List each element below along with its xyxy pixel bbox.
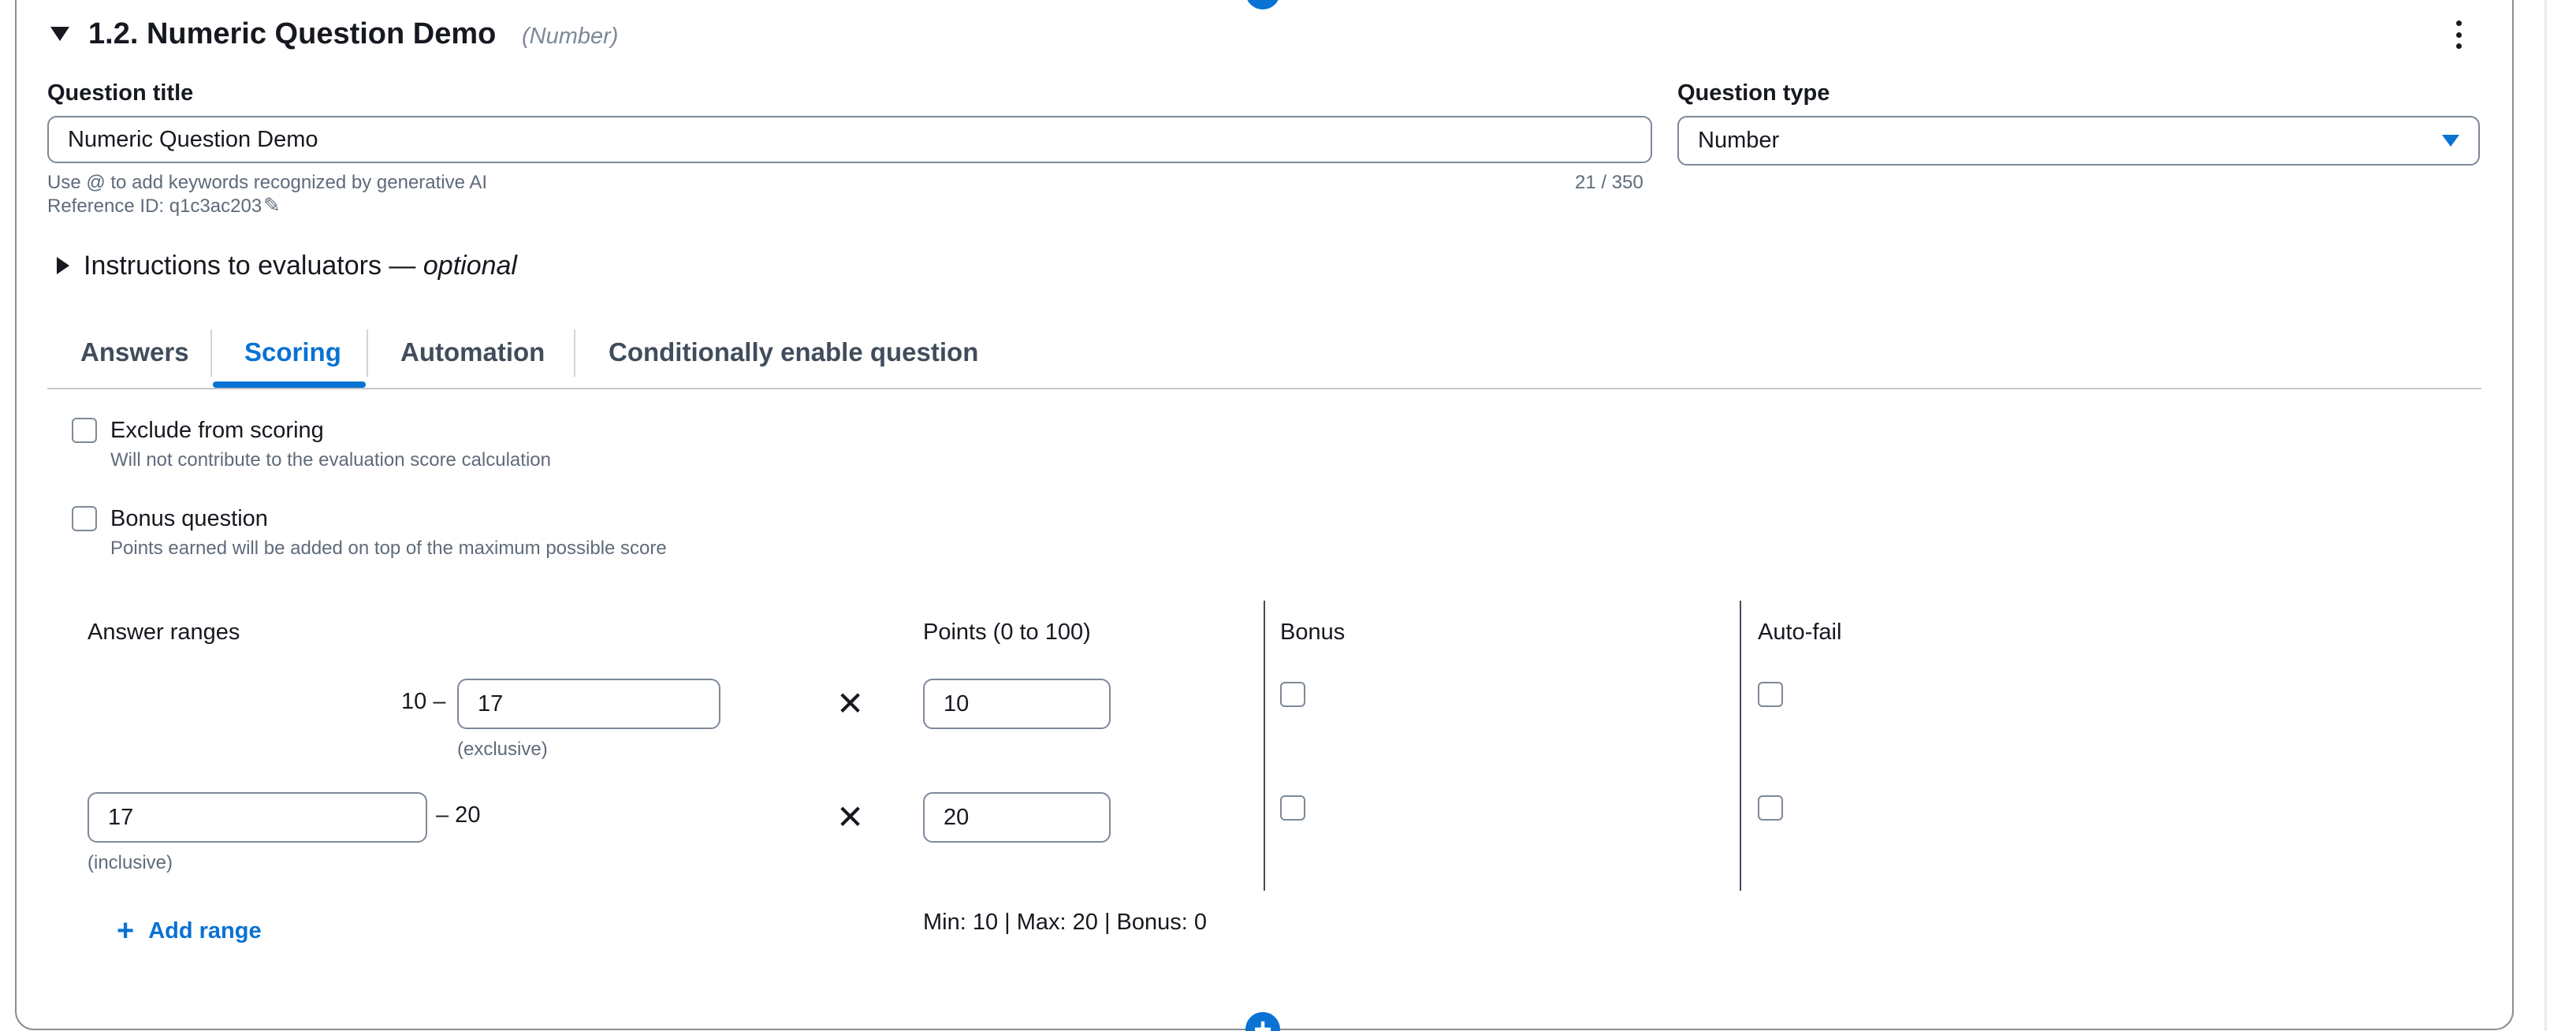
tab-scoring-underline xyxy=(213,382,366,388)
question-type-value: Number xyxy=(1698,128,1780,153)
bonus-question-label: Bonus question xyxy=(110,506,268,531)
range-1-points-value: 10 xyxy=(944,690,970,716)
column-divider xyxy=(1740,601,1741,891)
plus-icon: + xyxy=(117,914,135,947)
range-1-bonus-checkbox[interactable] xyxy=(1280,682,1305,707)
range-1-points-input[interactable]: 10 xyxy=(923,679,1111,729)
tab-answers[interactable]: Answers xyxy=(80,337,189,367)
exclude-from-scoring-desc: Will not contribute to the evaluation sc… xyxy=(110,449,551,471)
instructions-expander[interactable]: Instructions to evaluators — optional xyxy=(84,251,517,281)
reference-id: Reference ID: q1c3ac203 xyxy=(47,195,262,217)
autofail-header: Auto-fail xyxy=(1758,620,1842,645)
question-header-type: (Number) xyxy=(522,24,619,49)
tab-divider xyxy=(574,329,575,377)
tabs-divider xyxy=(47,388,2481,389)
bonus-question-desc: Points earned will be added on top of th… xyxy=(110,538,667,559)
points-header: Points (0 to 100) xyxy=(923,620,1091,645)
tab-conditionally-enable[interactable]: Conditionally enable question xyxy=(609,337,978,367)
range-1-upper-input[interactable]: 17 xyxy=(457,679,720,729)
pencil-icon[interactable]: ✎ xyxy=(263,193,281,218)
dropdown-caret-icon xyxy=(2442,135,2459,147)
tab-divider xyxy=(210,329,212,377)
instructions-label: Instructions to evaluators — xyxy=(84,251,423,281)
range-2-lower-input[interactable]: 17 xyxy=(87,792,427,843)
range-1-prefix: 10 – xyxy=(401,689,446,714)
tab-divider xyxy=(367,329,368,377)
collapse-icon[interactable] xyxy=(50,27,69,41)
add-range-button[interactable]: + Add range xyxy=(117,914,262,948)
question-title-hint: Use @ to add keywords recognized by gene… xyxy=(47,172,487,193)
scrollbar-track[interactable] xyxy=(2544,0,2547,1031)
question-title-input[interactable]: Numeric Question Demo xyxy=(47,116,1652,163)
range-1-autofail-checkbox[interactable] xyxy=(1758,682,1783,707)
instructions-optional: optional xyxy=(423,251,517,281)
range-2-lower-value: 17 xyxy=(108,804,134,830)
close-icon[interactable]: ✕ xyxy=(836,687,864,720)
exclude-from-scoring-label: Exclude from scoring xyxy=(110,418,324,443)
answer-ranges-header: Answer ranges xyxy=(87,620,240,645)
kebab-menu-icon[interactable] xyxy=(2451,20,2466,49)
range-2-points-input[interactable]: 20 xyxy=(923,792,1111,843)
range-2-suffix: – 20 xyxy=(436,802,481,828)
exclude-from-scoring-checkbox[interactable] xyxy=(72,418,97,443)
question-title-label: Question title xyxy=(47,80,194,106)
tab-automation[interactable]: Automation xyxy=(400,337,545,367)
add-range-label: Add range xyxy=(148,918,262,944)
range-2-note: (inclusive) xyxy=(87,852,173,873)
tab-scoring[interactable]: Scoring xyxy=(244,337,341,367)
score-summary: Min: 10 | Max: 20 | Bonus: 0 xyxy=(923,910,1208,935)
bonus-question-checkbox[interactable] xyxy=(72,506,97,531)
expand-icon[interactable] xyxy=(57,257,69,274)
column-divider xyxy=(1264,601,1265,891)
range-1-note: (exclusive) xyxy=(457,739,548,760)
question-type-label: Question type xyxy=(1677,80,1830,106)
range-2-points-value: 20 xyxy=(944,804,970,830)
range-2-autofail-checkbox[interactable] xyxy=(1758,795,1783,821)
question-title-value: Numeric Question Demo xyxy=(68,126,318,152)
question-title-counter: 21 / 350 xyxy=(1575,172,1644,193)
close-icon[interactable]: ✕ xyxy=(836,801,864,834)
range-1-upper-value: 17 xyxy=(478,690,504,716)
question-type-select[interactable]: Number xyxy=(1677,116,2480,166)
range-2-bonus-checkbox[interactable] xyxy=(1280,795,1305,821)
question-header-title: 1.2. Numeric Question Demo xyxy=(88,17,497,50)
bonus-header: Bonus xyxy=(1280,620,1346,645)
